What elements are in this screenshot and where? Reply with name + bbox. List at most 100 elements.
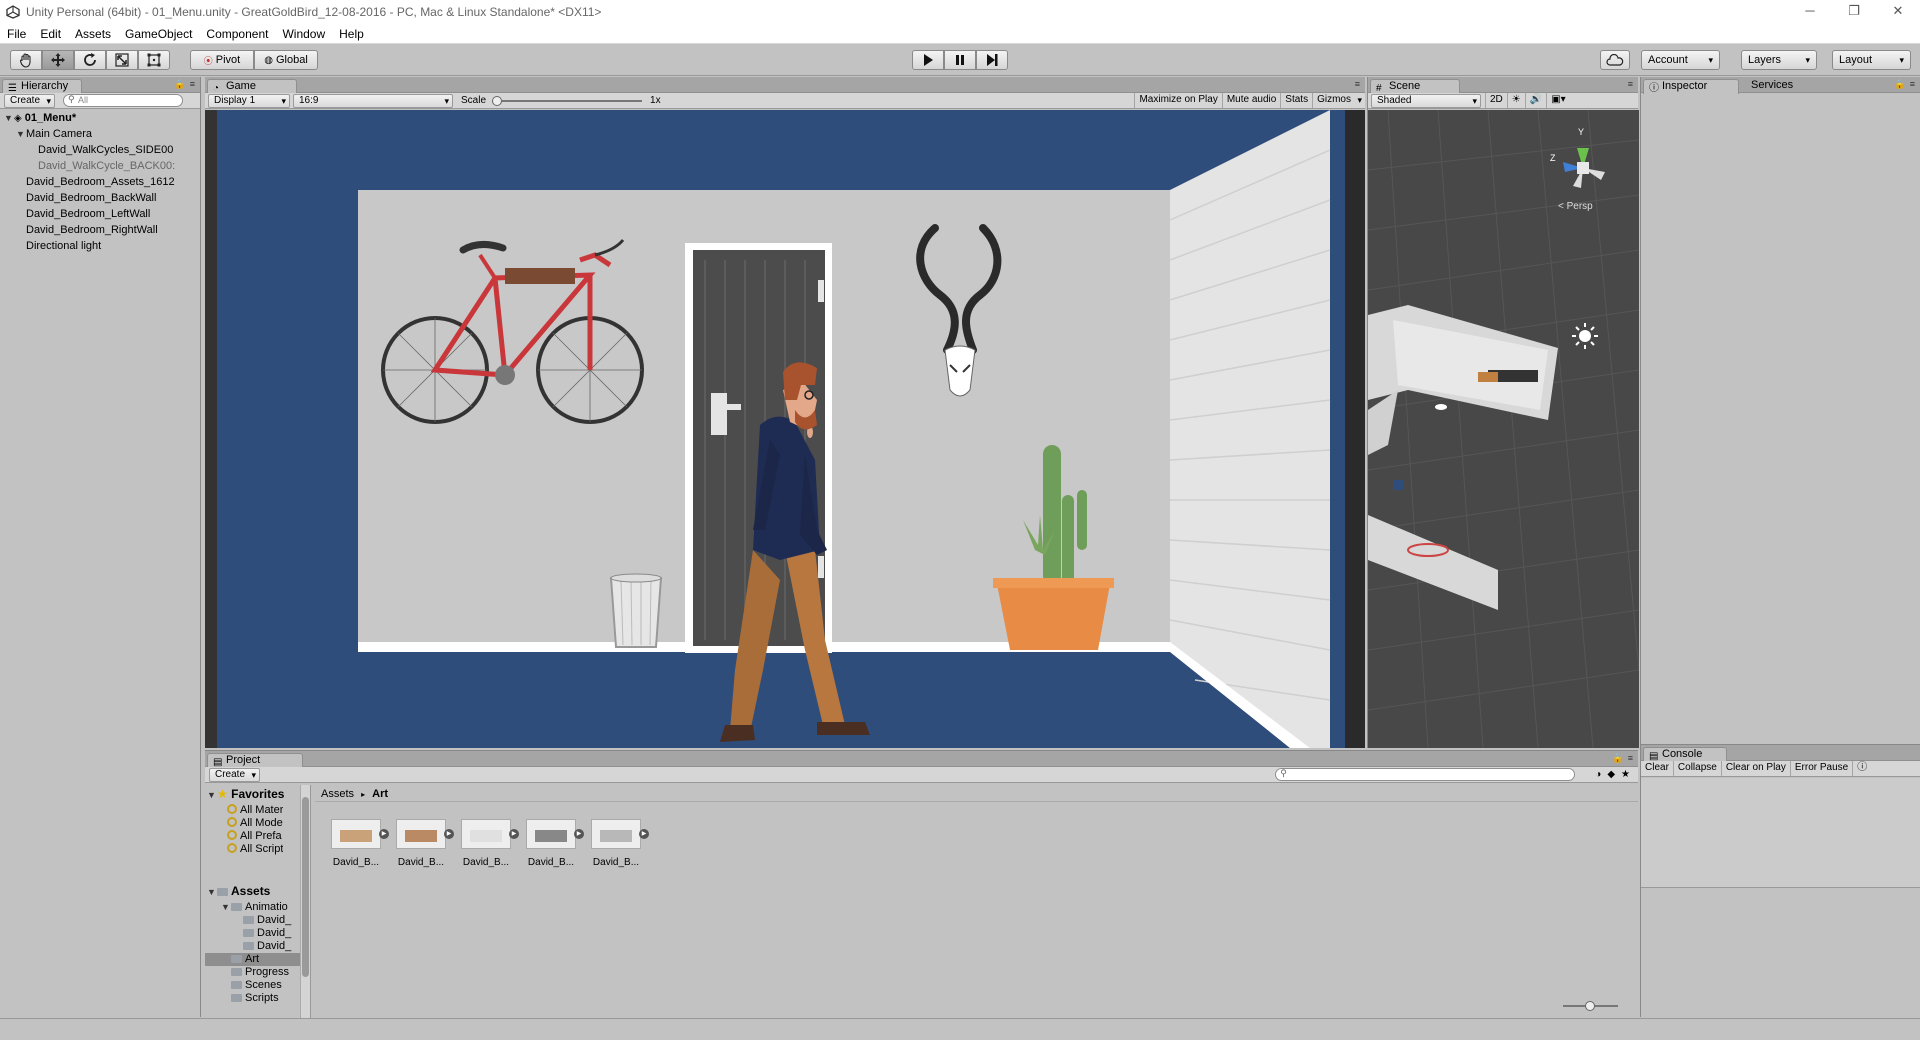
- asset-folder-item[interactable]: Art: [205, 953, 301, 966]
- hierarchy-item[interactable]: David_Bedroom_Assets_1612: [16, 174, 175, 190]
- 2d-mode-toggle[interactable]: 2D: [1485, 93, 1507, 108]
- scene-root-row[interactable]: ▼◈ 01_Menu*: [4, 110, 76, 126]
- hierarchy-item[interactable]: David_Bedroom_BackWall: [16, 190, 156, 206]
- cloud-button[interactable]: [1600, 50, 1630, 70]
- asset-folder-item[interactable]: Progress: [205, 966, 301, 979]
- hierarchy-search-input[interactable]: All: [63, 94, 184, 107]
- hierarchy-item[interactable]: David_Bedroom_LeftWall: [16, 206, 150, 222]
- console-error-pause-toggle[interactable]: Error Pause: [1789, 761, 1852, 776]
- favorite-item[interactable]: All Script: [227, 843, 283, 856]
- aspect-dropdown[interactable]: 16:9: [293, 93, 453, 108]
- expand-arrow-icon[interactable]: ▼: [16, 126, 26, 142]
- asset-folder-item[interactable]: David_: [205, 914, 301, 927]
- console-log-area[interactable]: [1641, 778, 1920, 888]
- expand-prefab-icon[interactable]: ▶: [574, 829, 584, 839]
- asset-thumbnail[interactable]: ▶ David_B...: [585, 813, 649, 883]
- global-toggle[interactable]: ◍ Global: [254, 50, 318, 70]
- tab-inspector[interactable]: ⓘ Inspector: [1643, 79, 1739, 94]
- filter-label-icon[interactable]: ◆: [1607, 769, 1615, 780]
- menu-window[interactable]: Window: [275, 27, 332, 41]
- effects-dropdown-icon[interactable]: ▣▾: [1546, 93, 1569, 108]
- favorite-item[interactable]: All Mater: [227, 804, 283, 817]
- pivot-toggle[interactable]: ⦿ Pivot: [190, 50, 254, 70]
- step-button[interactable]: [976, 50, 1008, 70]
- asset-thumbnail[interactable]: ▶ David_B...: [520, 813, 584, 883]
- favorite-star-icon[interactable]: ★: [1621, 769, 1630, 780]
- asset-thumbnail[interactable]: ▶ David_B...: [390, 813, 454, 883]
- audio-toggle-icon[interactable]: 🔊: [1524, 93, 1546, 108]
- expand-prefab-icon[interactable]: ▶: [444, 829, 454, 839]
- tree-scrollbar[interactable]: [300, 785, 310, 1018]
- hierarchy-item[interactable]: ▼Main Camera: [16, 126, 92, 142]
- console-collapse-toggle[interactable]: Collapse: [1672, 761, 1721, 776]
- hierarchy-create-dropdown[interactable]: Create: [4, 93, 56, 108]
- asset-thumbnail[interactable]: ▶ David_B...: [455, 813, 519, 883]
- console-clear-button[interactable]: Clear: [1641, 761, 1673, 776]
- scale-slider[interactable]: [492, 95, 643, 106]
- gizmos-dropdown[interactable]: Gizmos ▾: [1312, 93, 1365, 108]
- panel-menu-icon[interactable]: 🔒 ≡: [174, 79, 196, 90]
- expand-arrow-icon[interactable]: ▼: [221, 901, 231, 914]
- breadcrumb-art[interactable]: Art: [372, 788, 388, 800]
- assets-header[interactable]: ▼ Assets: [207, 885, 270, 898]
- hierarchy-item[interactable]: Directional light: [16, 238, 101, 254]
- close-button[interactable]: ✕: [1876, 0, 1920, 24]
- asset-thumbnail[interactable]: ▶ David_B...: [325, 813, 389, 883]
- menu-file[interactable]: File: [0, 27, 33, 41]
- hierarchy-item[interactable]: David_WalkCycle_BACK00:: [28, 158, 175, 174]
- hand-tool-button[interactable]: [10, 50, 42, 70]
- move-tool-button[interactable]: [42, 50, 74, 70]
- filter-type-icon[interactable]: ◑: [1595, 769, 1601, 780]
- layers-dropdown[interactable]: Layers ▾: [1741, 50, 1817, 70]
- project-search-input[interactable]: [1275, 768, 1576, 781]
- stats-toggle[interactable]: Stats: [1280, 93, 1312, 108]
- layout-dropdown[interactable]: Layout ▾: [1832, 50, 1911, 70]
- menu-gameobject[interactable]: GameObject: [118, 27, 199, 41]
- tab-console[interactable]: ▤ Console: [1643, 747, 1727, 762]
- scale-tool-button[interactable]: [106, 50, 138, 70]
- hierarchy-item[interactable]: David_WalkCycles_SIDE00: [28, 142, 173, 158]
- expand-prefab-icon[interactable]: ▶: [639, 829, 649, 839]
- favorites-header[interactable]: ▼★ Favorites: [207, 788, 284, 801]
- asset-folder-item[interactable]: Scenes: [205, 979, 301, 992]
- display-dropdown[interactable]: Display 1: [208, 93, 290, 108]
- pause-button[interactable]: [944, 50, 976, 70]
- rect-tool-button[interactable]: [138, 50, 170, 70]
- favorite-item[interactable]: All Mode: [227, 817, 283, 830]
- restore-button[interactable]: ❐: [1832, 0, 1876, 24]
- lighting-toggle-icon[interactable]: ☀: [1506, 93, 1525, 108]
- maximize-on-play-toggle[interactable]: Maximize on Play: [1134, 93, 1221, 108]
- breadcrumb-assets[interactable]: Assets: [321, 788, 354, 800]
- orientation-gizmo[interactable]: [1563, 148, 1605, 188]
- rotate-tool-button[interactable]: [74, 50, 106, 70]
- panel-menu-icon[interactable]: ≡: [1355, 79, 1361, 89]
- shading-mode-dropdown[interactable]: Shaded: [1371, 93, 1481, 108]
- game-viewport[interactable]: [205, 110, 1365, 748]
- tab-hierarchy[interactable]: ☰ Hierarchy: [2, 79, 82, 94]
- tab-game[interactable]: ◔ Game: [207, 79, 297, 94]
- account-dropdown[interactable]: Account ▾: [1641, 50, 1720, 70]
- tab-scene[interactable]: # Scene: [1370, 79, 1460, 94]
- hierarchy-item[interactable]: David_Bedroom_RightWall: [16, 222, 158, 238]
- menu-help[interactable]: Help: [332, 27, 371, 41]
- scene-viewport[interactable]: Y Z < Persp: [1368, 110, 1639, 748]
- panel-menu-icon[interactable]: 🔒 ≡: [1612, 753, 1634, 764]
- panel-menu-icon[interactable]: ≡: [1628, 79, 1634, 89]
- console-info-filter-icon[interactable]: ⓘ: [1852, 761, 1871, 776]
- scale-slider-thumb[interactable]: [492, 95, 503, 106]
- play-button[interactable]: [912, 50, 944, 70]
- expand-prefab-icon[interactable]: ▶: [509, 829, 519, 839]
- menu-edit[interactable]: Edit: [33, 27, 68, 41]
- tab-services[interactable]: Services: [1741, 79, 1811, 94]
- mute-audio-toggle[interactable]: Mute audio: [1221, 93, 1280, 108]
- perspective-label[interactable]: < Persp: [1558, 201, 1593, 212]
- expand-arrow-icon[interactable]: ▼: [4, 110, 14, 126]
- console-clear-on-play-toggle[interactable]: Clear on Play: [1720, 761, 1790, 776]
- asset-folder-item[interactable]: Scripts: [205, 992, 301, 1005]
- project-create-dropdown[interactable]: Create: [209, 767, 261, 782]
- favorite-item[interactable]: All Prefa: [227, 830, 282, 843]
- menu-assets[interactable]: Assets: [68, 27, 118, 41]
- asset-folder-item[interactable]: David_: [205, 940, 301, 953]
- panel-menu-icon[interactable]: 🔒 ≡: [1894, 79, 1916, 90]
- menu-component[interactable]: Component: [199, 27, 275, 41]
